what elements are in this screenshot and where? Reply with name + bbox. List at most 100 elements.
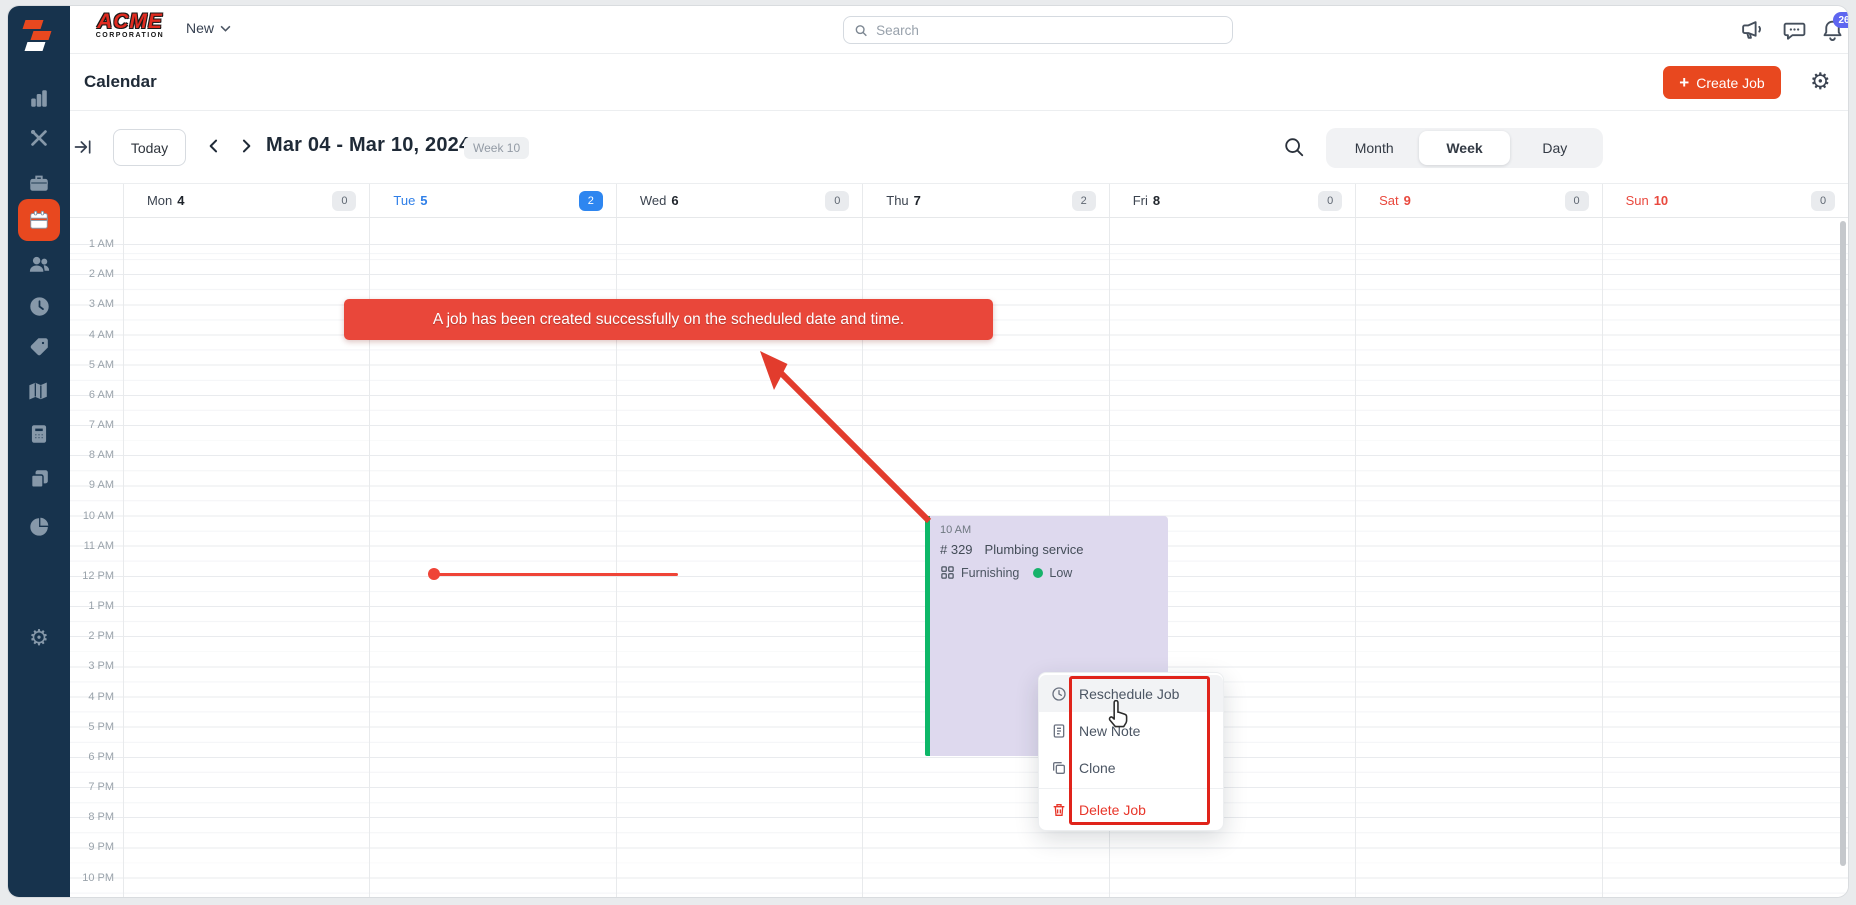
expand-sidebar-icon[interactable] (73, 137, 93, 162)
day-header-fri[interactable]: Fri 8 0 (1108, 184, 1355, 217)
hour-label: 7 PM (88, 781, 114, 793)
event-priority-label: Low (1049, 565, 1073, 580)
vertical-scrollbar[interactable] (1840, 221, 1846, 866)
users-icon[interactable] (8, 244, 70, 284)
day-number: 4 (177, 193, 185, 208)
day-name: Tue (393, 193, 416, 208)
copy-pages-icon[interactable] (8, 458, 70, 498)
hour-label: 9 AM (88, 479, 114, 492)
day-name: Wed (639, 193, 667, 208)
day-header-wed[interactable]: Wed 6 0 (615, 184, 862, 217)
hour-label: 10 PM (82, 871, 114, 884)
page-title-row: Calendar + Create Job ⚙ (70, 54, 1848, 111)
global-search[interactable] (843, 16, 1233, 44)
hour-label: 10 AM (82, 509, 114, 522)
calendar-icon (18, 199, 60, 241)
chevron-down-icon (220, 25, 231, 32)
calendar-search-icon[interactable] (1283, 136, 1305, 163)
hour-label: 12 PM (82, 569, 114, 582)
company-logo[interactable]: ACME CORPORATION (91, 11, 169, 40)
calculator-icon[interactable] (8, 414, 70, 454)
calendar-settings-gear-icon[interactable]: ⚙ (1810, 68, 1831, 95)
chat-icon[interactable] (1782, 18, 1808, 44)
app-logo-icon[interactable] (22, 18, 56, 54)
sidebar: ⚙ (8, 6, 70, 897)
day-header-sun[interactable]: Sun 10 0 (1601, 184, 1848, 217)
today-button[interactable]: Today (113, 129, 186, 166)
event-start-time: 10 AM (940, 524, 972, 536)
day-count-badge: 0 (825, 190, 850, 211)
event-job-id: # 329 (940, 542, 973, 557)
day-number: 6 (671, 193, 679, 208)
day-number: 5 (420, 193, 428, 208)
day-count-badge: 0 (1318, 190, 1343, 211)
day-header-sat[interactable]: Sat 9 0 (1355, 184, 1601, 217)
day-number: 7 (913, 193, 921, 208)
briefcase-icon[interactable] (8, 163, 70, 203)
clone-copy-icon (1053, 761, 1065, 774)
tag-icon[interactable] (8, 326, 70, 366)
day-name: Sat (1379, 193, 1399, 208)
day-header-mon[interactable]: Mon 4 0 (122, 184, 369, 217)
hour-label: 11 AM (83, 539, 114, 552)
trash-icon (1053, 803, 1065, 816)
day-name: Thu (886, 193, 909, 208)
hour-label: 8 PM (88, 811, 114, 824)
annotation-highlight-box (1069, 676, 1210, 825)
page-title: Calendar (84, 72, 157, 91)
pie-chart-icon[interactable] (8, 506, 70, 546)
announcements-icon[interactable] (1740, 18, 1766, 44)
sidebar-item-calendar[interactable] (8, 199, 70, 241)
day-count-badge: 2 (578, 190, 603, 211)
tools-icon[interactable] (8, 118, 70, 158)
map-icon[interactable] (8, 371, 70, 411)
next-week-chevron-icon[interactable] (236, 136, 258, 158)
day-number: 8 (1152, 193, 1161, 208)
search-input[interactable] (876, 22, 1222, 38)
category-grid-icon (941, 566, 954, 579)
hand-cursor-icon (1108, 700, 1128, 728)
day-count-badge: 2 (1071, 190, 1096, 211)
company-logo-line2: CORPORATION (95, 32, 165, 39)
view-tab-day[interactable]: Day (1510, 131, 1600, 165)
hour-label: 1 AM (88, 238, 114, 250)
plus-icon: + (1679, 73, 1690, 92)
hour-label: 3 PM (88, 660, 114, 673)
success-toast: A job has been created successfully on t… (344, 299, 993, 340)
day-header-row: Mon 4 0 Tue 5 2 Wed 6 0 Thu 7 2 Fri 8 0 … (70, 184, 1848, 218)
hour-label: 3 AM (88, 298, 114, 311)
hour-label: 2 PM (88, 630, 114, 643)
app-window: ⚙ ACME CORPORATION New 26 Cale (7, 5, 1849, 898)
search-icon (855, 24, 867, 36)
hour-label: 4 PM (88, 690, 114, 703)
date-range-heading: Mar 04 - Mar 10, 2024 (266, 134, 471, 156)
day-header-tue[interactable]: Tue 5 2 (369, 184, 615, 217)
note-icon (1053, 723, 1065, 738)
settings-gear-icon[interactable]: ⚙ (8, 618, 70, 658)
view-tab-month[interactable]: Month (1329, 131, 1419, 165)
hour-label: 2 AM (88, 268, 114, 281)
event-service-name: Plumbing service (984, 542, 1084, 557)
clock-icon[interactable] (8, 286, 70, 326)
day-name: Sun (1625, 193, 1649, 208)
notification-count-badge: 26 (1833, 12, 1848, 28)
new-menu-button[interactable]: New (186, 20, 231, 36)
day-count-badge: 0 (1564, 190, 1589, 211)
day-name: Fri (1132, 193, 1148, 208)
priority-dot (1033, 567, 1044, 578)
prev-week-chevron-icon[interactable] (204, 136, 226, 158)
view-tab-week[interactable]: Week (1419, 131, 1510, 165)
day-count-badge: 0 (1811, 190, 1835, 211)
hour-label: 8 AM (88, 449, 114, 462)
view-switcher: Month Week Day (1326, 128, 1603, 168)
day-column-mon[interactable] (123, 218, 369, 897)
day-column-sat[interactable] (1355, 218, 1601, 897)
hour-label: 9 PM (88, 841, 114, 854)
hour-label: 6 AM (88, 388, 114, 401)
hour-label: 7 AM (88, 419, 114, 431)
bar-chart-icon[interactable] (8, 79, 70, 119)
day-column-sun[interactable] (1601, 218, 1848, 897)
day-number: 9 (1403, 193, 1411, 208)
day-header-thu[interactable]: Thu 7 2 (862, 184, 1108, 217)
create-job-button[interactable]: + Create Job (1663, 66, 1781, 99)
